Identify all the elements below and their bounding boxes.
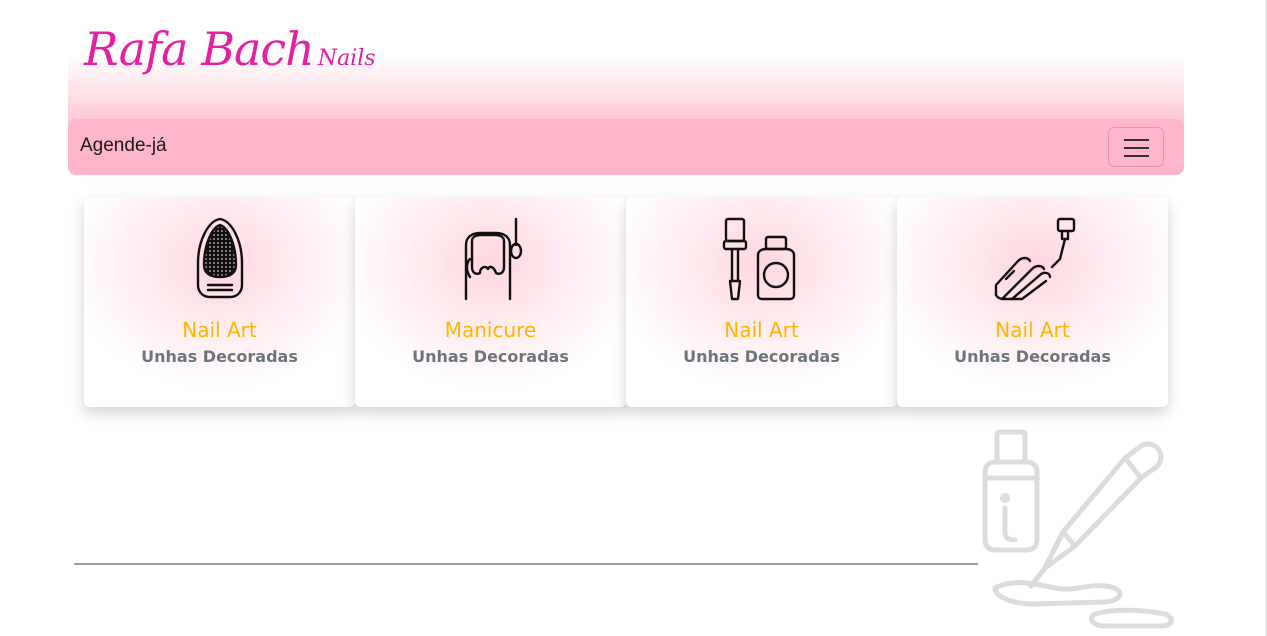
site-header: Rafa Bach Nails Agende-já <box>68 0 1184 175</box>
card-subtitle: Unhas Decoradas <box>954 347 1111 366</box>
brand-suffix: Nails <box>317 46 376 71</box>
nail-polish-bottles-icon <box>722 217 795 301</box>
decorated-nail-icon <box>196 217 243 299</box>
service-card[interactable]: Nail Art Unhas Decoradas <box>897 197 1168 407</box>
service-card[interactable]: Nail Art Unhas Decoradas <box>84 197 355 407</box>
navbar-toggler-button[interactable] <box>1108 127 1164 167</box>
card-title: Nail Art <box>724 318 799 342</box>
brand-logo[interactable]: Rafa Bach Nails <box>84 22 376 76</box>
manicure-nail-icon <box>464 217 522 301</box>
service-card[interactable]: Nail Art Unhas Decoradas <box>626 197 897 407</box>
card-title: Manicure <box>444 318 537 342</box>
card-subtitle: Unhas Decoradas <box>683 347 840 366</box>
nav-link-agende[interactable]: Agende-já <box>80 135 167 157</box>
service-card[interactable]: Manicure Unhas Decoradas <box>355 197 626 407</box>
card-subtitle: Unhas Decoradas <box>412 347 569 366</box>
card-subtitle: Unhas Decoradas <box>141 347 298 366</box>
card-title: Nail Art <box>995 318 1070 342</box>
section-divider <box>74 563 978 565</box>
spilled-polish-icon <box>982 429 1174 629</box>
hand-polish-icon <box>994 217 1075 301</box>
brand-name: Rafa Bach <box>84 22 315 76</box>
card-title: Nail Art <box>182 318 257 342</box>
main-navbar: Agende-já <box>68 119 1184 175</box>
